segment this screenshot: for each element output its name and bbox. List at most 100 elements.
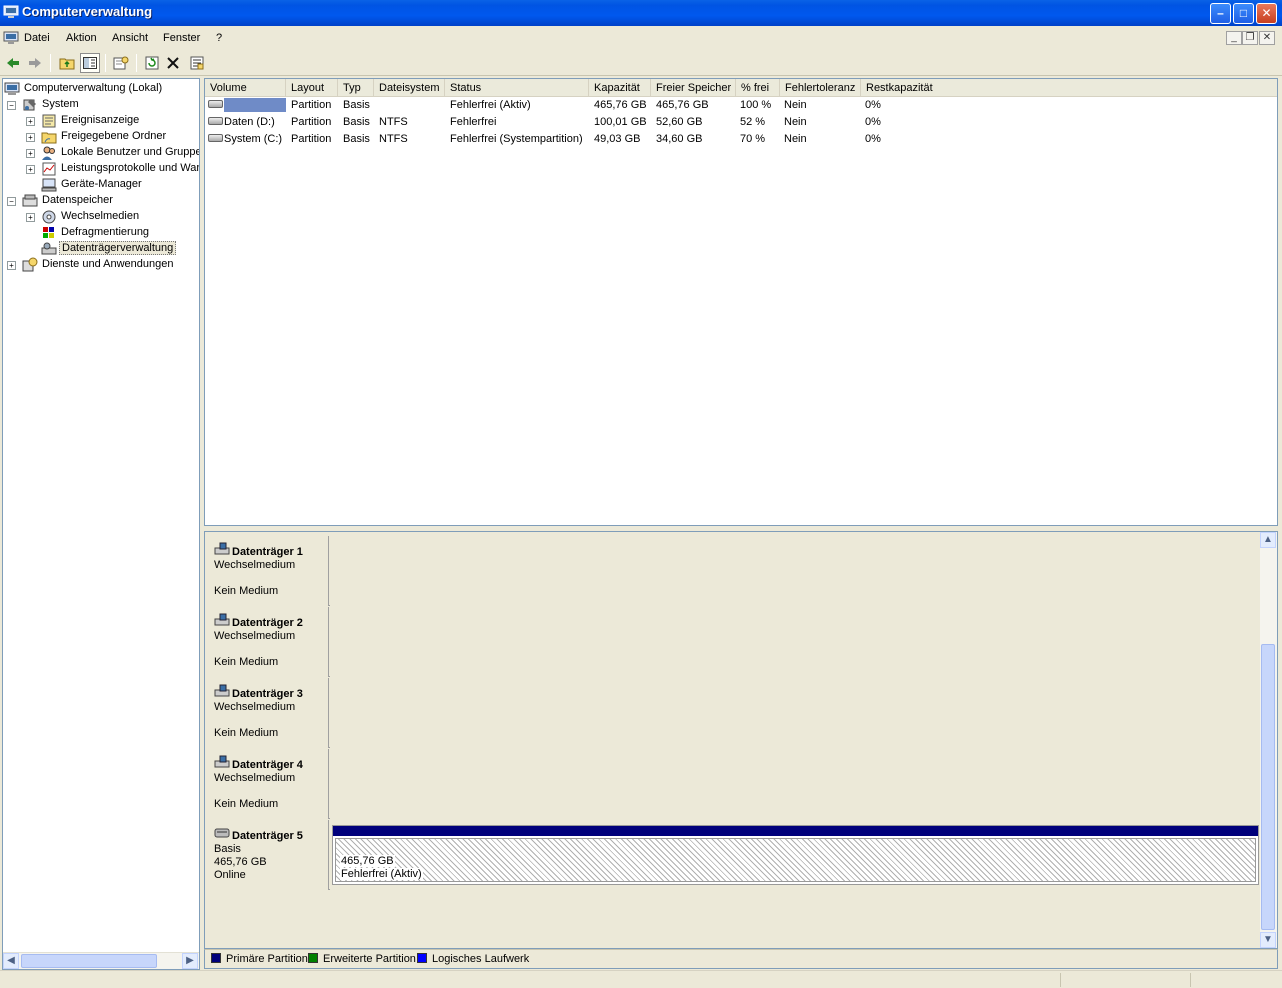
status-cell: Fehlerfrei	[450, 116, 497, 128]
capacity-cell: 49,03 GB	[594, 133, 641, 145]
disk-area-empty	[330, 536, 1261, 606]
export-list-icon[interactable]	[187, 53, 207, 73]
tree-item-label: Freigegebene Ordner	[61, 130, 167, 142]
toolbar	[0, 50, 1282, 76]
storage-icon	[22, 194, 38, 207]
disk-area-empty	[330, 607, 1261, 677]
users-groups-icon	[42, 146, 55, 160]
menu-aktion[interactable]: Aktion	[66, 32, 97, 44]
tree-item-label: Defragmentierung	[61, 226, 150, 238]
scroll-right-arrow-icon[interactable]: ▶	[182, 953, 198, 969]
scroll-down-arrow-icon[interactable]: ▼	[1260, 932, 1276, 948]
layout-cell: Partition	[291, 99, 332, 111]
column-header[interactable]: % frei	[736, 79, 780, 97]
scroll-up-arrow-icon[interactable]: ▲	[1260, 532, 1276, 548]
disk-area-empty	[330, 678, 1261, 748]
show-hide-tree-icon[interactable]	[80, 53, 100, 73]
scroll-thumb[interactable]	[21, 954, 157, 968]
removable-disk-icon	[214, 684, 230, 697]
event-viewer-icon	[42, 114, 56, 128]
column-header[interactable]: Fehlertoleranz	[780, 79, 861, 97]
disk-vertical-scrollbar[interactable]: ▲ ▼	[1260, 532, 1277, 948]
disk-row[interactable]: Datenträger 4 Wechselmedium Kein Medium	[207, 749, 1261, 819]
services-applications-icon	[22, 257, 38, 272]
type-cell: Basis	[343, 116, 370, 128]
delete-icon[interactable]	[163, 53, 183, 73]
partition-body[interactable]: 465,76 GB Fehlerfrei (Aktiv)	[335, 838, 1256, 882]
menu-datei[interactable]: Datei	[24, 32, 50, 44]
defragmenter-icon	[43, 227, 54, 238]
disk-row[interactable]: Datenträger 1 Wechselmedium Kein Medium	[207, 536, 1261, 606]
menu-help[interactable]: ?	[216, 32, 222, 44]
column-header[interactable]: Kapazität	[589, 79, 651, 97]
properties-icon[interactable]	[111, 53, 131, 73]
disk-name: Datenträger 4	[232, 759, 303, 771]
disk-info[interactable]: Datenträger 3 Wechselmedium Kein Medium	[207, 678, 329, 748]
expand-expander[interactable]: +	[7, 261, 16, 270]
disk-info[interactable]: Datenträger 4 Wechselmedium Kein Medium	[207, 749, 329, 819]
tree-item-label: Geräte-Manager	[61, 178, 142, 190]
back-arrow-icon[interactable]	[3, 53, 23, 73]
partition-size: 465,76 GB	[340, 855, 395, 867]
up-folder-icon[interactable]	[57, 53, 77, 73]
filesystem-cell: NTFS	[379, 133, 408, 145]
tree-horizontal-scrollbar[interactable]: ◀ ▶	[3, 952, 199, 969]
menu-fenster[interactable]: Fenster	[163, 32, 200, 44]
drive-icon	[208, 100, 223, 108]
minimize-button[interactable]: –	[1210, 3, 1231, 24]
expand-expander[interactable]: +	[26, 149, 35, 158]
disk-info[interactable]: Datenträger 5 Basis 465,76 GB Online	[207, 820, 329, 890]
maximize-button[interactable]: □	[1233, 3, 1254, 24]
collapse-expander[interactable]: −	[7, 197, 16, 206]
disk-row[interactable]: Datenträger 5 Basis 465,76 GB Online 465…	[207, 820, 1261, 890]
child-close-button[interactable]: ✕	[1259, 31, 1275, 45]
forward-arrow-icon[interactable]	[25, 53, 45, 73]
child-minimize-button[interactable]: _	[1226, 31, 1242, 45]
disk-info[interactable]: Datenträger 1 Wechselmedium Kein Medium	[207, 536, 329, 606]
table-row[interactable]: Daten (D:) Partition Basis NTFS Fehlerfr…	[205, 114, 1277, 131]
disk-graphical-view[interactable]: Datenträger 1 Wechselmedium Kein Medium …	[204, 531, 1278, 949]
disk-type: Basis	[214, 843, 241, 855]
close-button[interactable]: ✕	[1256, 3, 1277, 24]
column-header[interactable]: Status	[445, 79, 589, 97]
expand-expander[interactable]: +	[26, 165, 35, 174]
disk-info[interactable]: Datenträger 2 Wechselmedium Kein Medium	[207, 607, 329, 677]
console-tree[interactable]: Computerverwaltung (Lokal) − System + Er…	[2, 78, 200, 970]
column-header[interactable]: Restkapazität	[861, 79, 1277, 97]
disk-row[interactable]: Datenträger 2 Wechselmedium Kein Medium	[207, 607, 1261, 677]
column-header[interactable]: Freier Speicher	[651, 79, 736, 97]
disk-type: Wechselmedium	[214, 701, 296, 713]
disk-type: Wechselmedium	[214, 772, 296, 784]
scroll-left-arrow-icon[interactable]: ◀	[3, 953, 19, 969]
partition-block[interactable]: 465,76 GB Fehlerfrei (Aktiv)	[332, 825, 1259, 885]
volume-name-cell	[224, 98, 286, 112]
volume-list[interactable]: Volume Layout Typ Dateisystem Status Kap…	[204, 78, 1278, 526]
scroll-thumb[interactable]	[1261, 644, 1275, 930]
column-header[interactable]: Layout	[286, 79, 338, 97]
menu-ansicht[interactable]: Ansicht	[112, 32, 148, 44]
primary-partition-swatch	[211, 953, 221, 963]
column-header[interactable]: Volume	[205, 79, 286, 97]
tree-root-label: Computerverwaltung (Lokal)	[24, 82, 163, 94]
collapse-expander[interactable]: −	[7, 101, 16, 110]
disk-row[interactable]: Datenträger 3 Wechselmedium Kein Medium	[207, 678, 1261, 748]
document-system-menu-icon[interactable]	[3, 31, 19, 45]
table-row[interactable]: System (C:) Partition Basis NTFS Fehlerf…	[205, 131, 1277, 148]
refresh-icon[interactable]	[142, 53, 162, 73]
child-restore-button[interactable]: ❐	[1242, 31, 1258, 45]
column-header[interactable]: Typ	[338, 79, 374, 97]
percent-free-cell: 70 %	[740, 133, 766, 145]
column-header[interactable]: Dateisystem	[374, 79, 445, 97]
expand-expander[interactable]: +	[26, 213, 35, 222]
type-cell: Basis	[343, 99, 370, 111]
title-bar[interactable]: Computerverwaltung – □ ✕	[0, 0, 1282, 26]
table-row[interactable]: Partition Basis Fehlerfrei (Aktiv) 465,7…	[205, 97, 1277, 114]
free-space-cell: 52,60 GB	[656, 116, 703, 128]
type-cell: Basis	[343, 133, 370, 145]
expand-expander[interactable]: +	[26, 117, 35, 126]
tree-item-label: Lokale Benutzer und Gruppen	[61, 146, 200, 158]
device-manager-icon	[41, 178, 57, 192]
expand-expander[interactable]: +	[26, 133, 35, 142]
tree-item-label: Datenspeicher	[42, 194, 113, 206]
shared-folder-icon	[41, 132, 57, 144]
